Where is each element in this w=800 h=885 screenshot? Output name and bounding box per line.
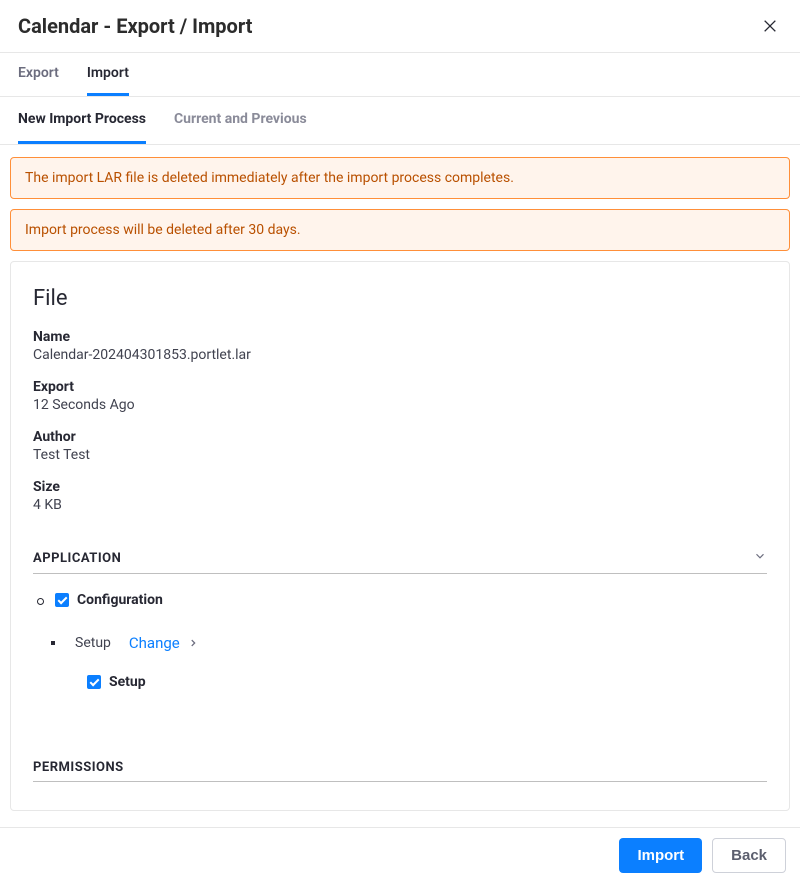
top-tab-bar: Export Import: [0, 53, 800, 97]
section-permissions-header[interactable]: PERMISSIONS: [33, 760, 767, 782]
close-icon: [762, 18, 778, 34]
change-link[interactable]: Change: [129, 634, 198, 652]
alert-lar-deleted: The import LAR file is deleted immediate…: [10, 157, 790, 199]
setup-checkbox-label: Setup: [109, 674, 146, 690]
field-size-value: 4 KB: [33, 497, 767, 513]
subtab-new-import-process[interactable]: New Import Process: [18, 97, 146, 144]
chevron-right-icon: [188, 638, 198, 648]
tab-import[interactable]: Import: [87, 53, 129, 96]
field-export: Export 12 Seconds Ago: [33, 379, 767, 413]
setup-check-row: Setup: [33, 652, 767, 690]
configuration-checkbox[interactable]: [55, 593, 69, 607]
modal-footer: Import Back: [0, 827, 800, 885]
tab-export[interactable]: Export: [18, 53, 59, 96]
setup-checkbox[interactable]: [87, 675, 101, 689]
configuration-list: Configuration: [33, 574, 767, 608]
section-application-title: APPLICATION: [33, 551, 121, 566]
field-export-value: 12 Seconds Ago: [33, 397, 767, 413]
modal-title: Calendar - Export / Import: [18, 14, 252, 38]
close-button[interactable]: [758, 14, 782, 38]
field-author-label: Author: [33, 429, 767, 445]
section-permissions-title: PERMISSIONS: [33, 760, 124, 775]
content-area: The import LAR file is deleted immediate…: [0, 145, 800, 811]
field-name: Name Calendar-202404301853.portlet.lar: [33, 329, 767, 363]
subtab-current-and-previous[interactable]: Current and Previous: [174, 97, 307, 144]
back-button[interactable]: Back: [712, 838, 786, 873]
field-name-label: Name: [33, 329, 767, 345]
field-export-label: Export: [33, 379, 767, 395]
sub-tab-bar: New Import Process Current and Previous: [0, 97, 800, 145]
configuration-row: Configuration: [55, 592, 767, 608]
file-panel: File Name Calendar-202404301853.portlet.…: [10, 261, 790, 811]
setup-list: Setup Change: [33, 608, 767, 652]
setup-row: Setup Change: [75, 634, 767, 652]
configuration-label: Configuration: [77, 592, 163, 608]
modal-header: Calendar - Export / Import: [0, 0, 800, 53]
field-size-label: Size: [33, 479, 767, 495]
field-size: Size 4 KB: [33, 479, 767, 513]
section-application-header[interactable]: APPLICATION: [33, 549, 767, 574]
import-button[interactable]: Import: [619, 838, 702, 873]
file-heading: File: [33, 286, 767, 311]
alert-process-deleted: Import process will be deleted after 30 …: [10, 209, 790, 251]
field-author-value: Test Test: [33, 447, 767, 463]
setup-text: Setup: [75, 635, 111, 651]
field-author: Author Test Test: [33, 429, 767, 463]
field-name-value: Calendar-202404301853.portlet.lar: [33, 347, 767, 363]
change-link-label: Change: [129, 634, 180, 652]
chevron-down-icon: [753, 549, 767, 567]
